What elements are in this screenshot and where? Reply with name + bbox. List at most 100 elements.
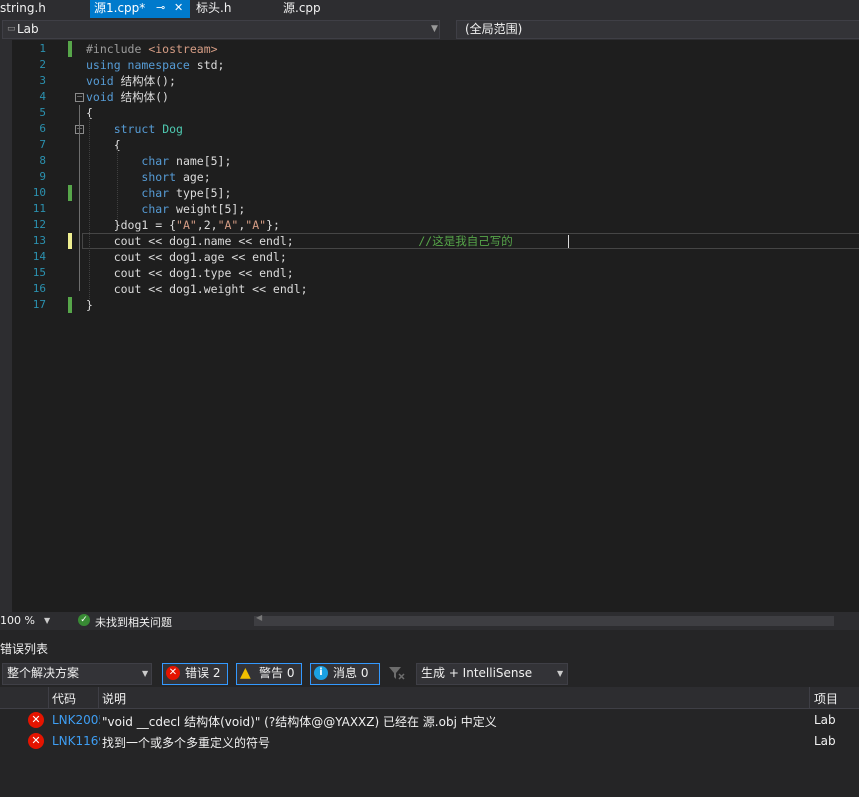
error-row[interactable]: ✕ LNK1169 找到一个或多个多重定义的符号 Lab <box>0 731 859 752</box>
error-code-link[interactable]: LNK1169 <box>52 734 100 748</box>
column-header-project[interactable]: 项目 <box>814 690 838 707</box>
line-number: 10 <box>32 186 46 199</box>
error-project: Lab <box>814 734 836 748</box>
errors-filter-button[interactable]: ✕ 错误 2 <box>162 663 228 685</box>
column-header-description[interactable]: 说明 <box>102 690 126 707</box>
code-token: cout << dog1.name << endl; <box>86 234 419 248</box>
column-divider <box>48 687 49 708</box>
column-divider <box>809 687 810 708</box>
code-token: 结构体() <box>113 90 169 104</box>
scope-filter-dropdown[interactable]: 整个解决方案 ▼ <box>2 663 152 685</box>
pin-icon[interactable]: ⊸ <box>156 0 165 16</box>
code-line[interactable]: short age; <box>86 169 211 185</box>
errors-count: 错误 2 <box>185 666 221 680</box>
code-token: using namespace <box>86 58 190 72</box>
code-line[interactable]: char name[5]; <box>86 153 231 169</box>
column-header-code[interactable]: 代码 <box>52 690 76 707</box>
code-token: }dog1 = { <box>86 218 177 232</box>
code-token: void <box>86 90 114 104</box>
error-icon: ✕ <box>166 666 180 680</box>
column-divider <box>98 687 99 708</box>
tab-label: 源1.cpp* <box>94 1 146 15</box>
messages-filter-button[interactable]: i 消息 0 <box>310 663 380 685</box>
line-number: 9 <box>39 170 46 183</box>
tab-source-cpp[interactable]: 源.cpp <box>283 0 363 18</box>
code-token: }; <box>266 218 280 232</box>
indent-guide <box>89 117 90 301</box>
text-caret <box>568 235 569 248</box>
editor-left-margin <box>0 40 12 612</box>
close-icon[interactable]: ✕ <box>174 0 183 16</box>
code-token: { <box>86 138 121 152</box>
code-token: char <box>141 186 170 200</box>
error-list-title: 错误列表 <box>0 642 49 656</box>
line-number: 3 <box>39 74 46 87</box>
line-number: 7 <box>39 138 46 151</box>
error-project: Lab <box>814 713 836 727</box>
code-line[interactable]: #include <iostream> <box>86 41 218 57</box>
chevron-down-icon: ▼ <box>44 616 51 625</box>
code-line[interactable]: { <box>86 137 121 153</box>
error-row[interactable]: ✕ LNK2005 "void __cdecl 结构体(void)" (?结构体… <box>0 710 859 731</box>
build-filter-value: 生成 + IntelliSense <box>421 666 533 680</box>
tab-string-h[interactable]: string.h <box>0 0 88 18</box>
code-line[interactable]: char type[5]; <box>86 185 231 201</box>
scope-name: (全局范围) <box>465 22 523 36</box>
error-icon: ✕ <box>28 712 44 728</box>
warnings-count: 警告 0 <box>259 666 295 680</box>
error-code-link[interactable]: LNK2005 <box>52 713 100 727</box>
code-line[interactable]: using namespace std; <box>86 57 224 73</box>
code-token: std; <box>189 58 225 72</box>
check-icon: ✓ <box>78 614 90 626</box>
zoom-dropdown[interactable]: 100 % ▼ <box>0 614 54 628</box>
code-token: short <box>141 170 177 184</box>
collapse-icon[interactable]: − <box>75 93 84 102</box>
code-line[interactable]: cout << dog1.age << endl; <box>86 249 287 265</box>
filter-icon[interactable] <box>386 664 406 682</box>
tab-label: 源.cpp <box>283 1 321 15</box>
code-line[interactable]: cout << dog1.type << endl; <box>86 265 294 281</box>
scroll-left-icon[interactable]: ◀ <box>256 613 262 622</box>
tab-header-h[interactable]: 标头.h <box>196 0 276 18</box>
line-number: 6 <box>39 122 46 135</box>
error-description: 找到一个或多个多重定义的符号 <box>102 736 271 750</box>
change-marker <box>68 185 72 201</box>
scope-filter-value: 整个解决方案 <box>7 666 80 680</box>
code-token: weight[5]; <box>169 202 246 216</box>
tab-source1-cpp[interactable]: 源1.cpp* ⊸ ✕ <box>90 0 190 18</box>
code-line[interactable]: }dog1 = {"A",2,"A","A"}; <box>86 217 280 233</box>
line-number: 4 <box>39 90 46 103</box>
zoom-level: 100 % <box>0 614 35 627</box>
code-token: "A" <box>217 218 239 232</box>
code-line[interactable]: cout << dog1.name << endl; //这是我自己写的 <box>86 233 513 249</box>
code-token: ,2, <box>196 218 218 232</box>
code-line[interactable]: struct Dog <box>86 121 183 137</box>
code-line[interactable]: cout << dog1.weight << endl; <box>86 281 308 297</box>
code-line[interactable]: char weight[5]; <box>86 201 245 217</box>
code-token: Dog <box>162 122 183 136</box>
tab-label: 标头.h <box>196 1 232 15</box>
code-line[interactable]: void 结构体() <box>86 89 169 105</box>
issues-status[interactable]: 未找到相关问题 <box>95 614 172 630</box>
change-marker <box>68 297 72 313</box>
code-line[interactable]: void 结构体(); <box>86 73 176 89</box>
project-dropdown[interactable]: ▭ Lab ▼ <box>2 20 440 39</box>
code-token: struct <box>113 122 156 136</box>
code-token: age; <box>176 170 211 184</box>
line-number: 1 <box>39 42 46 55</box>
scope-dropdown[interactable]: (全局范围) <box>456 20 859 39</box>
project-name: Lab <box>17 22 39 36</box>
code-token: cout << dog1.weight << endl; <box>86 282 308 296</box>
indent-guide <box>117 149 118 221</box>
build-filter-dropdown[interactable]: 生成 + IntelliSense ▼ <box>416 663 568 685</box>
horizontal-scrollbar[interactable]: ◀ <box>254 613 834 626</box>
line-number: 12 <box>32 218 46 231</box>
code-token: name[5]; <box>169 154 232 168</box>
change-marker <box>68 41 72 57</box>
change-marker <box>68 233 72 249</box>
warnings-filter-button[interactable]: ▲ 警告 0 <box>236 663 302 685</box>
